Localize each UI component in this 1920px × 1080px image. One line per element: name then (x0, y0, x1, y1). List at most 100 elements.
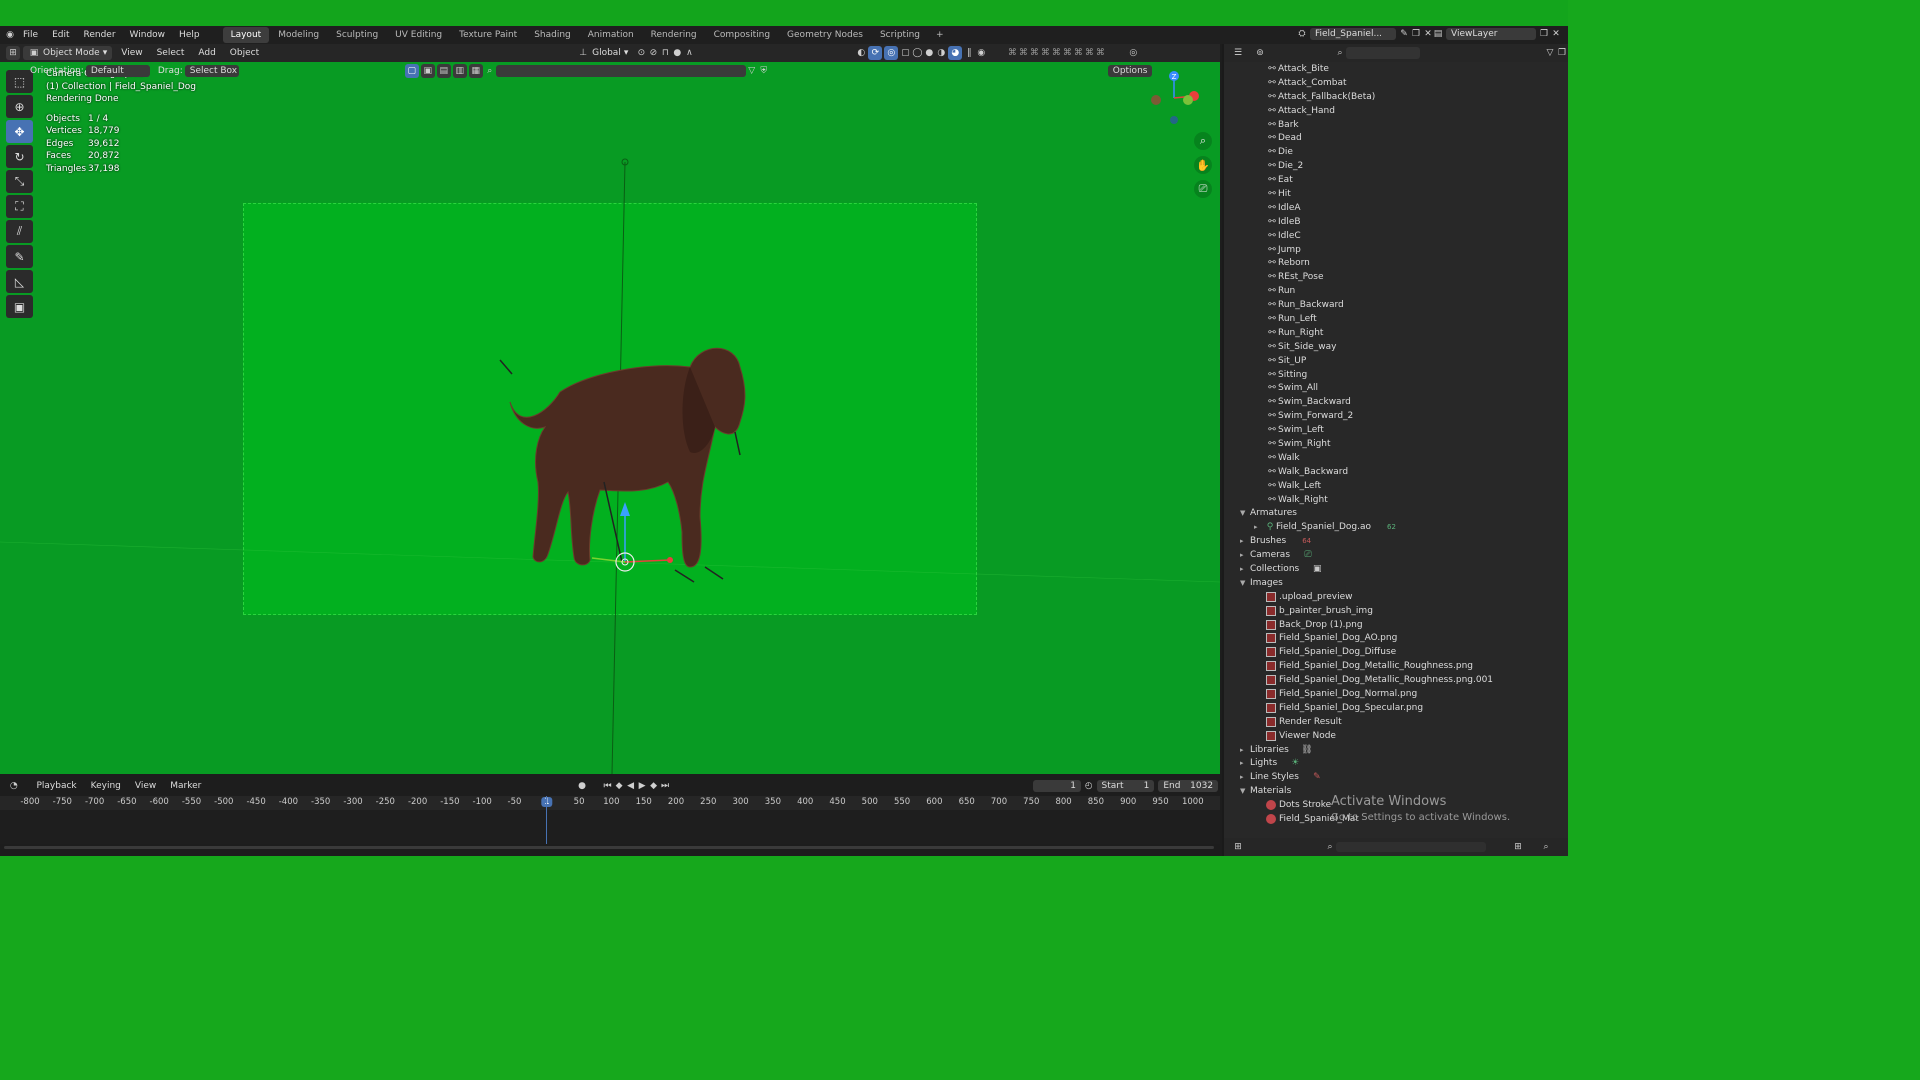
properties-editor-icon[interactable]: ⊞ (1232, 841, 1244, 853)
annotate-line-icon[interactable]: ✎ (6, 245, 33, 268)
display-filter-icons[interactable]: ⌘⌘⌘⌘⌘⌘⌘⌘⌘ (987, 47, 1127, 59)
3d-viewport[interactable]: Camera Orthographic (1) Collection | Fie… (0, 62, 1220, 774)
pan-hand-icon[interactable]: ✋ (1194, 156, 1212, 174)
action-item[interactable]: ⚯ Swim_Left (1266, 423, 1568, 437)
tab-uv-editing[interactable]: UV Editing (387, 27, 450, 43)
image-item[interactable]: .upload_preview (1264, 590, 1568, 604)
collections-group[interactable]: ▸ Collections ▣ (1224, 562, 1568, 576)
gizmo-toggle-icon[interactable]: ⟳ (868, 46, 883, 60)
overlay-toggle-icon[interactable]: ◎ (884, 46, 899, 60)
select-mode-new-icon[interactable]: ▢ (404, 64, 419, 78)
action-item[interactable]: ⚯ Run (1266, 284, 1568, 298)
prev-keyframe-icon[interactable]: ◆ (613, 780, 624, 792)
action-item[interactable]: ⚯ IdleC (1266, 229, 1568, 243)
action-item[interactable]: ⚯ Hit (1266, 187, 1568, 201)
action-item[interactable]: ⚯ Jump (1266, 243, 1568, 257)
play-icon[interactable]: ▶ (636, 780, 647, 792)
visibility-icon[interactable]: ◐ (855, 47, 867, 59)
next-keyframe-icon[interactable]: ◆ (648, 780, 659, 792)
add-cube-tool-icon[interactable]: ▣ (6, 295, 33, 318)
properties-editor-icon-2[interactable]: ⊞ (1512, 841, 1524, 853)
eye-icon[interactable]: ◉ (975, 47, 987, 59)
header-menu-view[interactable]: View (116, 47, 147, 59)
material-shading-icon[interactable]: ◑ (935, 47, 947, 59)
tab-sculpting[interactable]: Sculpting (328, 27, 386, 43)
timeline-scrollbar[interactable] (4, 846, 1214, 849)
zoom-icon[interactable]: ⌕ (1194, 132, 1212, 150)
add-workspace-button[interactable]: + (928, 27, 952, 43)
timeline-menu-playback[interactable]: Playback (31, 780, 81, 792)
tab-scripting[interactable]: Scripting (872, 27, 928, 43)
measure-tool-icon[interactable]: ◺ (6, 270, 33, 293)
action-item[interactable]: ⚯ Swim_All (1266, 381, 1568, 395)
new-view-layer-icon[interactable]: ❐ (1538, 28, 1550, 40)
pin-icon[interactable]: ✎ (1398, 28, 1410, 40)
action-item[interactable]: ⚯ REst_Pose (1266, 270, 1568, 284)
stopwatch-icon[interactable]: ◴ (1083, 780, 1094, 792)
tab-shading[interactable]: Shading (526, 27, 579, 43)
transform-orientation[interactable]: ⊥ Global ▾ (572, 46, 633, 60)
tab-layout[interactable]: Layout (222, 27, 270, 43)
snap-icon[interactable]: ⊘ (647, 47, 659, 59)
blender-logo-icon[interactable]: ◉ (4, 29, 16, 41)
action-item[interactable]: ⚯ Die_2 (1266, 159, 1568, 173)
view-layer-icon[interactable]: ▤ (1432, 28, 1444, 40)
timeline-editor-icon[interactable]: ◔ (8, 780, 19, 792)
transform-tool-icon[interactable]: ⛶ (6, 195, 33, 218)
action-item[interactable]: ⚯ Attack_Fallback(Beta) (1266, 90, 1568, 104)
solid-shading-icon[interactable]: ● (923, 47, 935, 59)
timeline-menu-keying[interactable]: Keying (86, 780, 126, 792)
image-item[interactable]: Render Result (1264, 715, 1568, 729)
falloff-icon[interactable]: ∧ (683, 47, 695, 59)
image-item[interactable]: Field_Spaniel_Dog_AO.png (1264, 632, 1568, 646)
properties-search-field[interactable] (1336, 842, 1486, 852)
libraries-group[interactable]: ▸ Libraries ⛓ (1224, 743, 1568, 757)
current-frame-field[interactable]: 1 (1032, 780, 1082, 792)
lights-group[interactable]: ▸ Lights ☀ (1224, 757, 1568, 771)
render-settings-icon[interactable]: ◎ (1127, 47, 1139, 59)
new-collection-icon[interactable]: ❐ (1556, 47, 1568, 59)
select-mode-invert-icon[interactable]: ▥ (452, 64, 467, 78)
action-item[interactable]: ⚯ Walk_Left (1266, 479, 1568, 493)
image-item[interactable]: Field_Spaniel_Dog_Metallic_Roughness.png… (1264, 673, 1568, 687)
cameras-group[interactable]: ▸ Cameras ⎚ (1224, 548, 1568, 562)
header-menu-object[interactable]: Object (225, 47, 264, 59)
play-reverse-icon[interactable]: ◀ (625, 780, 636, 792)
action-item[interactable]: ⚯ Eat (1266, 173, 1568, 187)
action-item[interactable]: ⚯ Dead (1266, 131, 1568, 145)
action-item[interactable]: ⚯ Walk_Right (1266, 493, 1568, 507)
armature-item[interactable]: ▸ ⚲ Field_Spaniel_Dog.ao 62 (1224, 520, 1568, 534)
display-mode-icon[interactable]: ⊚ (1254, 47, 1266, 59)
action-item[interactable]: ⚯ Sit_Side_way (1266, 340, 1568, 354)
outliner-search-icon[interactable]: ⌕ (1334, 47, 1346, 59)
action-item[interactable]: ⚯ Die (1266, 145, 1568, 159)
tab-modeling[interactable]: Modeling (270, 27, 327, 43)
action-item[interactable]: ⚯ Swim_Right (1266, 437, 1568, 451)
action-item[interactable]: ⚯ IdleA (1266, 201, 1568, 215)
outliner-search-field[interactable] (1346, 47, 1420, 59)
cursor-tool-icon[interactable]: ⊕ (6, 95, 33, 118)
action-item[interactable]: ⚯ IdleB (1266, 215, 1568, 229)
tab-compositing[interactable]: Compositing (706, 27, 778, 43)
options-dropdown[interactable]: Options (1107, 65, 1153, 77)
editor-type-icon[interactable]: ⊞ (6, 46, 20, 60)
annotate-tool-icon[interactable]: ⫽ (6, 220, 33, 243)
shield-icon[interactable]: ⛨ (758, 65, 770, 77)
timeline-menu-view[interactable]: View (130, 780, 161, 792)
tab-animation[interactable]: Animation (580, 27, 642, 43)
menu-help[interactable]: Help (172, 30, 207, 40)
select-mode-subtract-icon[interactable]: ▤ (436, 64, 451, 78)
select-mode-intersect-icon[interactable]: ▦ (468, 64, 483, 78)
action-item[interactable]: ⚯ Attack_Hand (1266, 104, 1568, 118)
view-layer-field[interactable]: ViewLayer (1446, 28, 1536, 40)
pause-render-icon[interactable]: ‖ (963, 47, 975, 59)
proportional-icon[interactable]: ● (671, 47, 683, 59)
image-item[interactable]: Back_Drop (1).png (1264, 618, 1568, 632)
scale-tool-icon[interactable]: ⤡ (6, 170, 33, 193)
select-mode-extend-icon[interactable]: ▣ (420, 64, 435, 78)
scene-icon[interactable]: ⛭ (1296, 28, 1308, 40)
timeline-menu-marker[interactable]: Marker (165, 780, 206, 792)
record-icon[interactable]: ● (576, 780, 587, 792)
viewport-search-icon[interactable]: ⌕ (484, 65, 496, 77)
image-item[interactable]: Field_Spaniel_Dog_Normal.png (1264, 687, 1568, 701)
